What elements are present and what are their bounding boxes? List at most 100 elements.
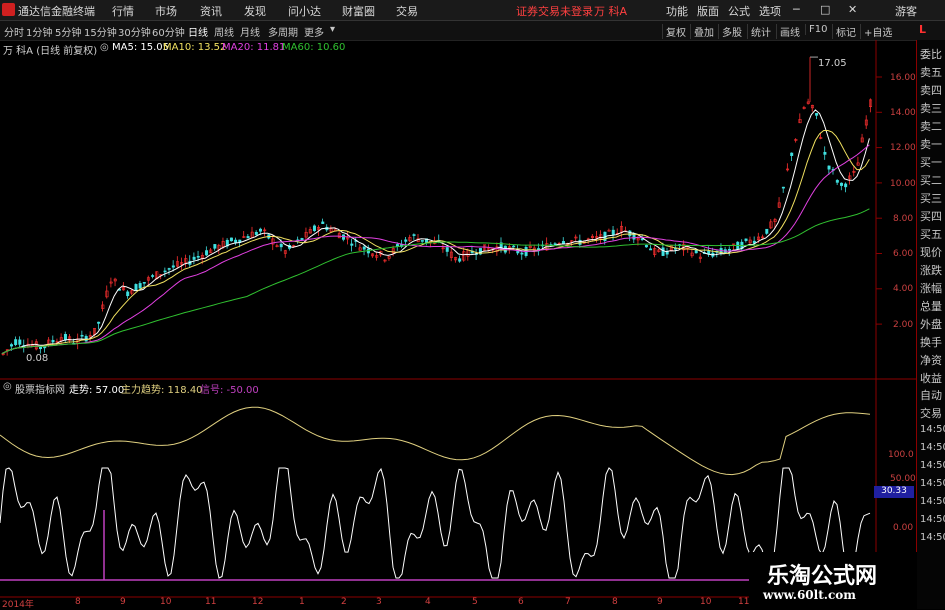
trade-button[interactable]: 交易 (920, 405, 942, 421)
x-label: 7 (565, 597, 571, 607)
guest-label[interactable]: 游客 (895, 3, 917, 19)
candle-body (827, 165, 831, 170)
indicator-name: 股票指标网 (15, 385, 65, 396)
x-label: 4 (425, 597, 431, 607)
x-label: 2014年 (2, 600, 34, 610)
indicator-lines (0, 406, 876, 581)
period-multi[interactable]: 多周期 (268, 24, 298, 39)
candle-body (80, 334, 84, 337)
candle-body (18, 339, 22, 345)
overlay-button[interactable]: 叠加 (690, 24, 714, 39)
x-label: 11 (205, 597, 217, 607)
candle-body (520, 252, 524, 255)
panel-item: 买二 (920, 174, 942, 187)
menu-news[interactable]: 资讯 (200, 3, 222, 19)
candle-body (727, 248, 731, 251)
candle-body (234, 239, 238, 243)
app-logo-icon (2, 3, 15, 16)
stats-button[interactable]: 统计 (747, 24, 771, 39)
period-daily[interactable]: 日线 (188, 24, 208, 39)
period-30min[interactable]: 30分钟 (118, 24, 151, 39)
menu-wealth[interactable]: 财富圈 (342, 3, 375, 19)
price-tick: 14.00 (890, 108, 916, 118)
candle-body (835, 180, 839, 183)
price-tick: 6.00 (893, 249, 914, 259)
close-icon[interactable]: ✕ (848, 3, 857, 16)
candle-body (10, 344, 14, 347)
candle-body (167, 268, 171, 270)
period-1min[interactable]: 1分钟 (26, 24, 52, 39)
candle-body (561, 241, 565, 244)
quote-side-panel: L 委比 卖五 卖四 卖三 卖二 卖一 买一 买二 买三 买四 买五 现价 涨跌… (916, 23, 945, 609)
candle-body (126, 291, 130, 297)
candle-body (628, 230, 632, 237)
indicator-settings-icon[interactable]: ◎ (3, 381, 12, 392)
menu-trade[interactable]: 交易 (396, 3, 418, 19)
menu-xiaoda[interactable]: 问小达 (288, 3, 321, 19)
x-label: 3 (376, 597, 382, 607)
panel-time: 14:50 (920, 478, 945, 489)
candle-body (512, 245, 516, 248)
trend-label: 走势: 57.00 (69, 385, 125, 396)
menu-discover[interactable]: 发现 (244, 3, 266, 19)
candle-body (644, 245, 648, 248)
menu-formula[interactable]: 公式 (728, 3, 750, 19)
panel-time: 14:50 (920, 424, 945, 435)
candle-body (844, 183, 848, 188)
minimize-icon[interactable]: ─ (793, 3, 800, 16)
period-60min[interactable]: 60分钟 (152, 24, 185, 39)
period-weekly[interactable]: 周线 (214, 24, 234, 39)
draw-line-button[interactable]: 画线 (776, 24, 800, 39)
main-trend-label: 主力趋势: 118.40 (121, 385, 203, 396)
period-more[interactable]: 更多 (304, 24, 324, 39)
candle-body (229, 237, 233, 242)
candle-body (312, 225, 316, 231)
indicator-tick: 50.00 (890, 474, 916, 484)
x-label: 10 (700, 597, 712, 607)
menu-quotes[interactable]: 行情 (112, 3, 134, 19)
mark-button[interactable]: 标记 (832, 24, 856, 39)
trend-line (0, 467, 871, 580)
multi-stock-button[interactable]: 多股 (718, 24, 742, 39)
period-monthly[interactable]: 月线 (240, 24, 260, 39)
candle-body (63, 334, 67, 341)
f10-button[interactable]: F10 (805, 24, 827, 35)
restore-icon[interactable]: □ (820, 3, 830, 16)
candle-body (420, 240, 424, 242)
add-favorite-button[interactable]: +自选 (860, 24, 892, 39)
candle-body (458, 258, 462, 262)
candle-body (279, 243, 283, 248)
watermark-overlay: 乐淘公式网 www.60lt.com (749, 552, 917, 609)
candle-body (51, 339, 55, 343)
stock-name: 万 科A (594, 5, 628, 18)
login-status[interactable]: 证券交易未登录 (516, 3, 593, 19)
candle-body (445, 247, 449, 252)
candle-body (14, 339, 18, 345)
panel-item: 外盘 (920, 318, 942, 331)
panel-item: 买一 (920, 156, 942, 169)
panel-item: 涨幅 (920, 282, 942, 295)
period-15min[interactable]: 15分钟 (84, 24, 117, 39)
x-label: 8 (612, 597, 618, 607)
chevron-down-icon[interactable]: ▾ (330, 24, 335, 35)
candle-body (138, 283, 142, 289)
price-tick: 16.00 (890, 73, 916, 83)
price-tick: 2.00 (893, 320, 914, 330)
kline-chart[interactable] (0, 40, 916, 609)
watermark-title: 乐淘公式网 (767, 563, 878, 589)
candle-body (43, 346, 47, 349)
panel-corner-label[interactable]: L (919, 23, 926, 36)
menu-market[interactable]: 市场 (155, 3, 177, 19)
period-5min[interactable]: 5分钟 (55, 24, 81, 39)
panel-item: 总量 (920, 300, 942, 313)
auto-button[interactable]: 自动 (920, 387, 942, 403)
period-toolbar: 分时 1分钟 5分钟 15分钟 30分钟 60分钟 日线 周线 月线 多周期 更… (0, 21, 945, 41)
candle-body (790, 152, 794, 156)
price-tick: 8.00 (893, 214, 914, 224)
restore-rights-button[interactable]: 复权 (662, 24, 686, 39)
menu-options[interactable]: 选项 (759, 3, 781, 19)
menu-layout[interactable]: 版面 (697, 3, 719, 19)
period-intraday[interactable]: 分时 (4, 24, 24, 39)
panel-item: 卖一 (920, 138, 942, 151)
menu-functions[interactable]: 功能 (666, 3, 688, 19)
